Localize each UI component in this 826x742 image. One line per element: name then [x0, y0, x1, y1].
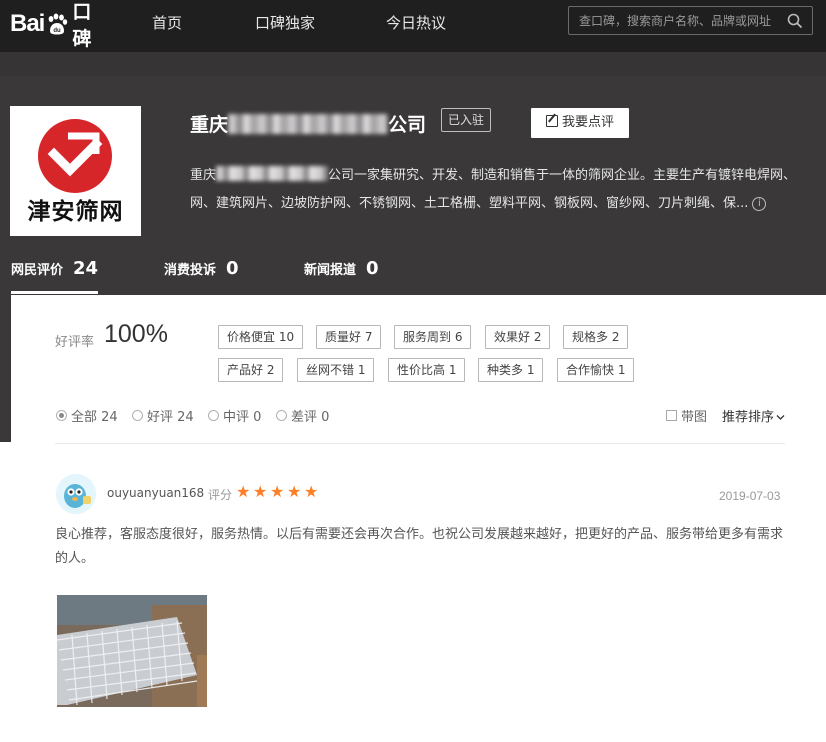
filter-label: 差评 0 [291, 410, 330, 425]
tab-label: 新闻报道 [304, 263, 357, 278]
sort-label: 推荐排序 [722, 410, 775, 425]
redacted-name [228, 114, 389, 134]
tab-label: 网民评价 [11, 263, 64, 278]
rating-stars: ★ ★ ★ ★ ★ [236, 484, 320, 500]
nav-home[interactable]: 首页 [152, 0, 182, 46]
with-image-label: 带图 [681, 410, 708, 425]
star-icon: ★ [253, 482, 268, 501]
paw-icon: du [45, 12, 69, 36]
review-text: 良心推荐，客服态度很好，服务热情。以后有需要还会再次合作。也祝公司发展越来越好，… [55, 527, 784, 566]
review-tag[interactable]: 合作愉快 1 [557, 358, 635, 382]
tab-count: 0 [366, 258, 379, 279]
review-tag[interactable]: 价格便宜 10 [218, 325, 304, 349]
shop-logo-text: 津安筛网 [27, 199, 124, 225]
logo-text: Bai [10, 10, 45, 37]
review-username[interactable]: ouyuanyuan168 [107, 486, 204, 500]
with-image-checkbox[interactable]: 带图 [666, 406, 707, 425]
tab-news[interactable]: 新闻报道 0 [304, 258, 379, 286]
review-date: 2019-07-03 [719, 489, 781, 503]
shop-name: 重庆 公司 [190, 110, 426, 137]
write-review-label: 我要点评 [561, 115, 614, 130]
filter-positive[interactable]: 好评 24 [132, 406, 194, 425]
tab-user-reviews[interactable]: 网民评价 24 [11, 258, 99, 294]
review-tag[interactable]: 规格多 2 [563, 325, 629, 349]
review-tag[interactable]: 丝网不错 1 [297, 358, 375, 382]
review-tag[interactable]: 服务周到 6 [394, 325, 472, 349]
search-icon[interactable] [787, 13, 803, 29]
avatar[interactable] [56, 474, 96, 514]
radio-icon [208, 410, 219, 421]
write-review-button[interactable]: 我要点评 [531, 108, 629, 138]
filter-label: 中评 0 [223, 410, 262, 425]
redacted-desc [216, 166, 329, 181]
review-tag[interactable]: 种类多 1 [478, 358, 544, 382]
desc-prefix: 重庆 [190, 168, 217, 183]
review-tag[interactable]: 效果好 2 [485, 325, 551, 349]
positive-rate-label: 好评率 [55, 335, 95, 350]
radio-selected-icon [56, 410, 67, 421]
score-label: 评分 [208, 488, 233, 502]
edit-icon [545, 115, 558, 127]
review-tag[interactable]: 质量好 7 [316, 325, 382, 349]
info-icon[interactable]: i [752, 197, 767, 211]
star-icon: ★ [270, 482, 285, 501]
settled-badge: 已入驻 [441, 108, 492, 132]
sort-dropdown[interactable]: 推荐排序 [722, 406, 785, 425]
chevron-down-icon [774, 410, 785, 425]
desc-line1: 公司一家集研究、开发、制造和销售于一体的筛网企业。主要生产有镀锌电焊网、 [328, 168, 797, 183]
shop-description: 重庆 公司一家集研究、开发、制造和销售于一体的筛网企业。主要生产有镀锌电焊网、 网… [190, 162, 826, 218]
review-tag[interactable]: 产品好 2 [218, 358, 284, 382]
positive-rate-value: 100% [104, 320, 168, 348]
desc-line2: 网、建筑网片、边坡防护网、不锈钢网、土工格栅、塑料平网、钢板网、窗纱网、刀片刺绳… [190, 196, 749, 211]
radio-icon [276, 410, 287, 421]
filter-neutral[interactable]: 中评 0 [208, 406, 261, 425]
radio-icon [132, 410, 143, 421]
star-icon: ★ [236, 482, 251, 501]
tab-complaints[interactable]: 消费投诉 0 [164, 258, 239, 286]
baidu-koubei-logo[interactable]: Bai du 口碑 [10, 1, 110, 50]
shop-name-prefix: 重庆 [190, 114, 229, 136]
filter-label: 全部 24 [71, 410, 118, 425]
nav-hot-topics[interactable]: 今日热议 [386, 0, 446, 46]
star-icon: ★ [287, 482, 302, 501]
tab-count: 0 [226, 258, 239, 279]
tab-count: 24 [73, 258, 99, 279]
review-tag[interactable]: 性价比高 1 [388, 358, 466, 382]
svg-text:du: du [54, 28, 62, 34]
search-box [568, 6, 813, 35]
logo-suffix: 口碑 [72, 1, 92, 50]
filter-all[interactable]: 全部 24 [56, 406, 118, 425]
header-strip [0, 52, 826, 76]
filter-negative[interactable]: 差评 0 [276, 406, 329, 425]
nav-exclusive[interactable]: 口碑独家 [255, 0, 315, 46]
checkbox-icon [666, 410, 677, 421]
top-navigation-bar: Bai du 口碑 首页 口碑独家 今日热议 [0, 0, 826, 52]
tab-label: 消费投诉 [164, 263, 217, 278]
divider [55, 443, 785, 444]
search-input[interactable] [579, 7, 784, 34]
review-photo[interactable] [56, 595, 207, 707]
shop-logo: 津安筛网 [10, 106, 141, 236]
star-icon: ★ [304, 482, 319, 501]
shop-name-suffix: 公司 [388, 114, 427, 136]
filter-label: 好评 24 [147, 410, 194, 425]
